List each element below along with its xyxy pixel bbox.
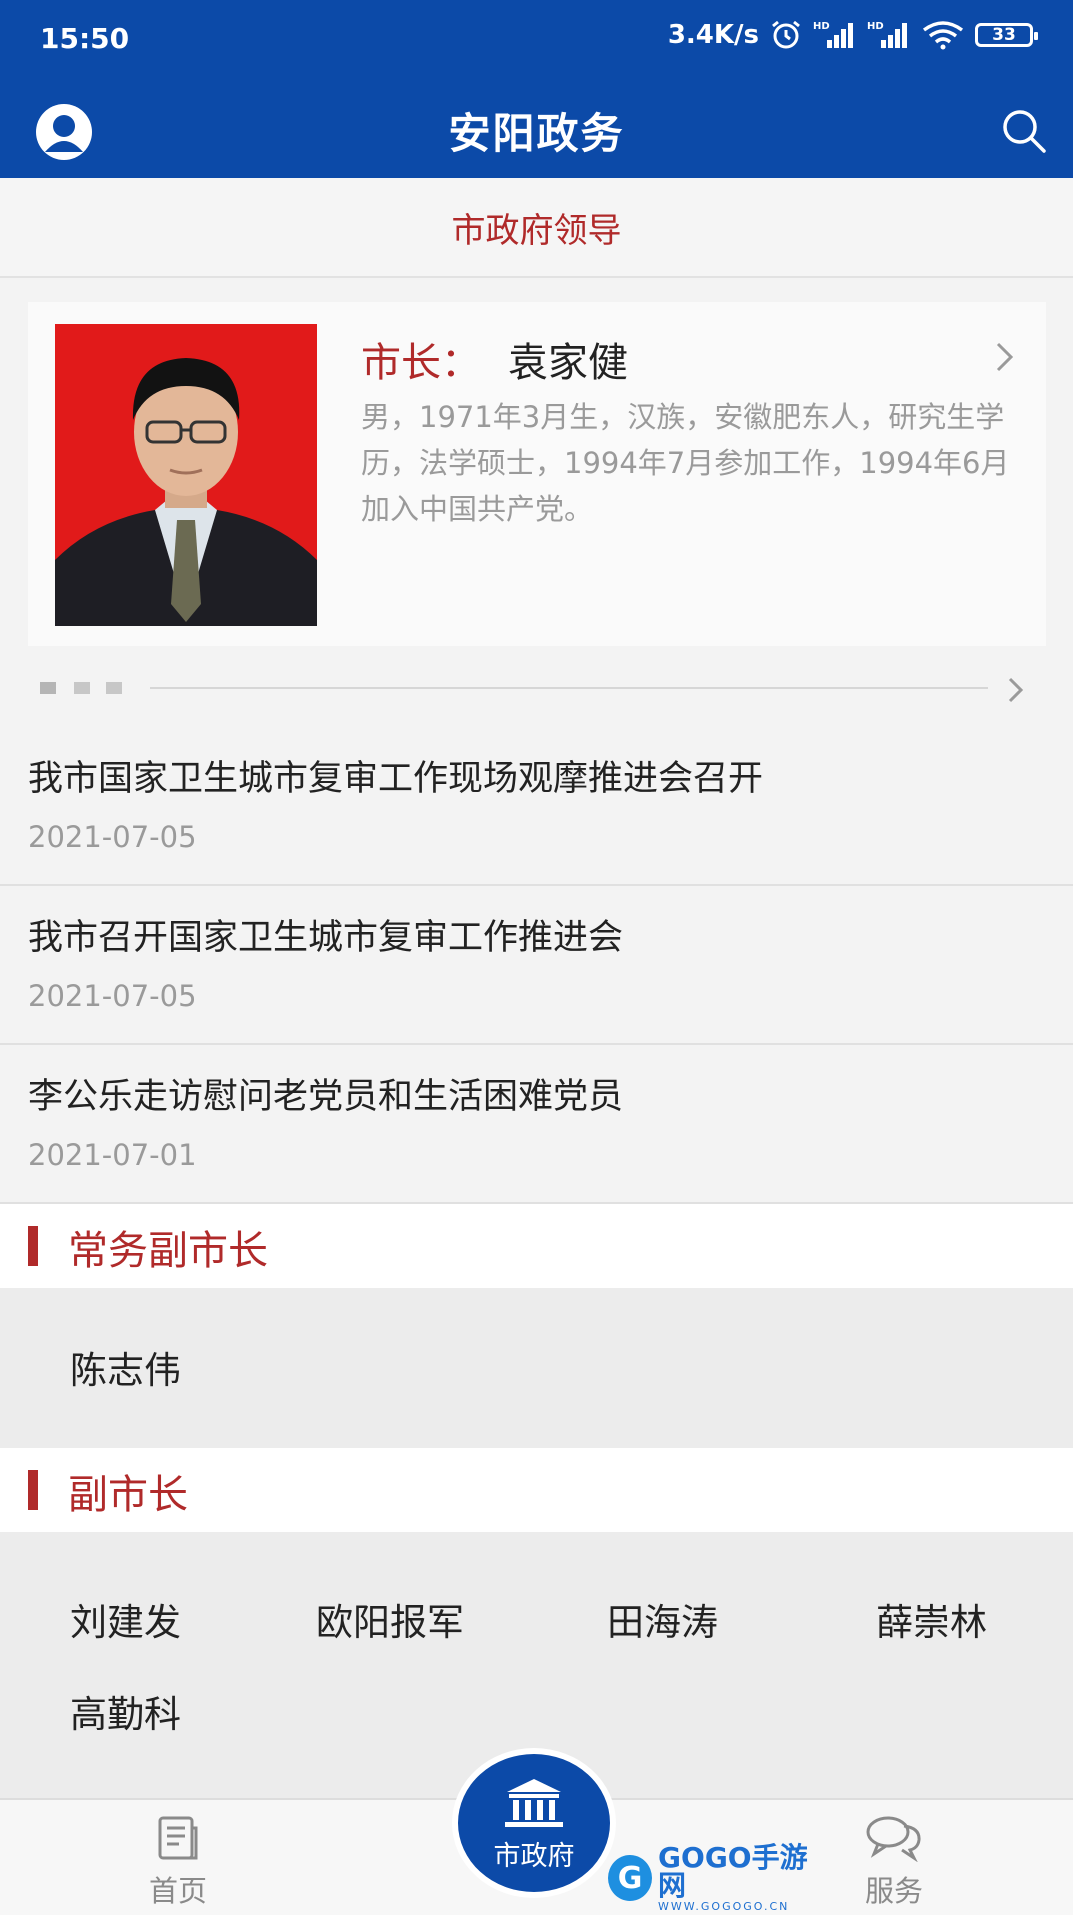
category-people: 陈志伟 bbox=[0, 1288, 1073, 1448]
tab-city-government[interactable]: 市政府 bbox=[452, 1748, 616, 1898]
leader-role: 市长： bbox=[361, 340, 481, 386]
category-accent-bar bbox=[28, 1470, 38, 1510]
government-building-icon bbox=[505, 1779, 563, 1827]
person-name[interactable]: 欧阳报军 bbox=[316, 1592, 464, 1646]
wifi-icon bbox=[922, 21, 964, 50]
news-item[interactable]: 我市召开国家卫生城市复审工作推进会 2021-07-05 bbox=[0, 885, 1073, 1045]
watermark-g-icon: G bbox=[608, 1855, 653, 1901]
news-item[interactable]: 李公乐走访慰问老党员和生活困难党员 2021-07-01 bbox=[0, 1044, 1073, 1204]
person-name[interactable]: 薛崇林 bbox=[876, 1592, 987, 1646]
category-label: 副市长 bbox=[68, 1472, 188, 1518]
battery-icon: 33 bbox=[975, 23, 1038, 47]
section-title: 市政府领导 bbox=[0, 178, 1073, 278]
network-speed: 3.4K/s bbox=[667, 20, 759, 50]
news-item[interactable]: 我市国家卫生城市复审工作现场观摩推进会召开 2021-07-05 bbox=[0, 726, 1073, 886]
tab-home-label: 首页 bbox=[148, 1874, 207, 1908]
news-title: 李公乐走访慰问老党员和生活困难党员 bbox=[28, 1077, 624, 1117]
leader-photo bbox=[55, 324, 317, 626]
watermark-logo: G GOGO手游网 WWW.GOGOGO.CN bbox=[608, 1843, 828, 1913]
svg-text:HD: HD bbox=[813, 21, 830, 32]
tab-service-label: 服务 bbox=[864, 1874, 923, 1908]
chat-bubbles-icon bbox=[866, 1816, 921, 1862]
app-title: 安阳政务 bbox=[448, 109, 625, 158]
pager-dot-active[interactable] bbox=[40, 682, 56, 694]
carousel-pager bbox=[40, 676, 1040, 703]
alarm-icon bbox=[772, 20, 800, 49]
leader-card[interactable]: 市长： 袁家健 男，1971年3月生，汉族，安徽肥东人，研究生学历，法学硕士，1… bbox=[28, 302, 1046, 646]
news-date: 2021-07-05 bbox=[28, 979, 197, 1013]
search-icon[interactable] bbox=[999, 106, 1049, 156]
person-name[interactable]: 陈志伟 bbox=[70, 1340, 181, 1394]
category-label: 常务副市长 bbox=[68, 1228, 268, 1274]
status-icons: 3.4K/s HD HD 33 bbox=[667, 20, 1038, 50]
news-title: 我市召开国家卫生城市复审工作推进会 bbox=[28, 918, 624, 958]
pager-dot[interactable] bbox=[74, 682, 90, 694]
category-header: 常务副市长 bbox=[0, 1204, 1073, 1288]
chevron-right-icon[interactable] bbox=[1006, 676, 1026, 704]
news-date: 2021-07-05 bbox=[28, 820, 197, 854]
chevron-right-icon bbox=[996, 342, 1014, 372]
news-date: 2021-07-01 bbox=[28, 1138, 197, 1172]
top-app-bar: 15:50 3.4K/s HD HD 33 安阳政务 bbox=[0, 0, 1073, 178]
signal-hd-icon: HD bbox=[867, 21, 907, 48]
pager-track bbox=[150, 687, 988, 689]
category-accent-bar bbox=[28, 1226, 38, 1266]
tab-service[interactable]: 服务 bbox=[844, 1814, 944, 1910]
svg-text:HD: HD bbox=[867, 21, 884, 32]
tab-home[interactable]: 首页 bbox=[128, 1814, 228, 1910]
watermark-brand: GOGO手游网 bbox=[658, 1840, 808, 1902]
leader-bio: 男，1971年3月生，汉族，安徽肥东人，研究生学历，法学硕士，1994年7月参加… bbox=[361, 400, 1010, 526]
tab-city-government-label: 市政府 bbox=[493, 1841, 575, 1872]
pager-dot[interactable] bbox=[106, 682, 122, 694]
person-name[interactable]: 高勤科 bbox=[70, 1684, 181, 1738]
person-name[interactable]: 田海涛 bbox=[607, 1592, 718, 1646]
watermark-url: WWW.GOGOGO.CN bbox=[658, 1899, 790, 1913]
category-header: 副市长 bbox=[0, 1448, 1073, 1532]
person-name[interactable]: 刘建发 bbox=[70, 1592, 181, 1646]
news-title: 我市国家卫生城市复审工作现场观摩推进会召开 bbox=[28, 759, 764, 799]
document-icon bbox=[158, 1816, 198, 1860]
signal-hd-icon: HD bbox=[813, 21, 853, 48]
status-time: 15:50 bbox=[40, 22, 130, 55]
leader-name: 袁家健 bbox=[508, 340, 628, 386]
